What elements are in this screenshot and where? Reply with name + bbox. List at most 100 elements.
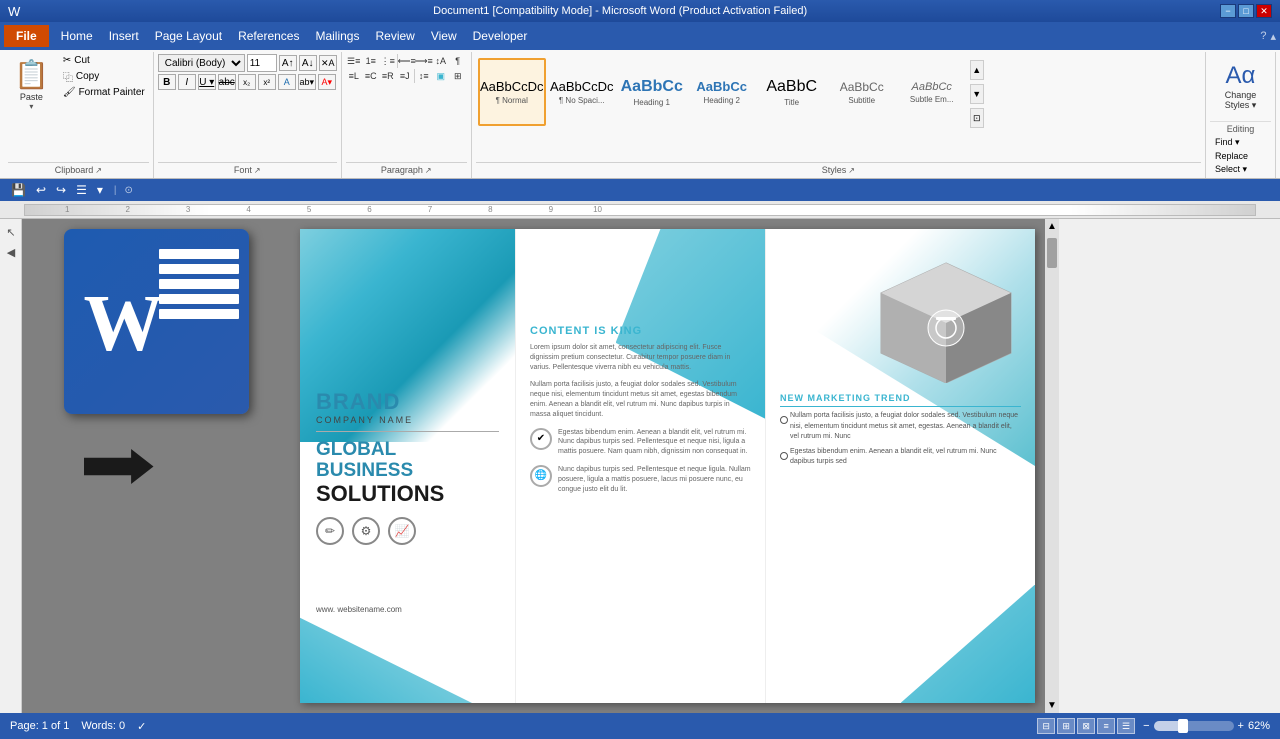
ruler-bar: 1 2 3 4 5 6 7 8 9 10 [24, 204, 1256, 216]
find-button[interactable]: Find ▾ [1212, 136, 1269, 149]
style-title[interactable]: AaBbC Title [758, 58, 826, 126]
font-size-decrease[interactable]: A↓ [299, 55, 317, 71]
menu-bar: File Home Insert Page Layout References … [0, 22, 1280, 50]
style-subtitle-preview: AaBbCc [840, 80, 884, 94]
numbering-button[interactable]: 1≡ [363, 54, 379, 68]
close-button[interactable]: ✕ [1256, 4, 1272, 18]
styles-container: AaBbCcDc ¶ Normal AaBbCcDc ¶ No Spaci...… [476, 54, 988, 134]
font-expand[interactable]: ↗ [254, 166, 261, 175]
styles-expand[interactable]: ↗ [848, 166, 855, 175]
line-spacing[interactable]: ↕≡ [416, 69, 432, 83]
touch-mode-button[interactable]: ☰ [73, 183, 90, 197]
full-screen-view[interactable]: ⊞ [1057, 718, 1075, 734]
styles-scroll-expand[interactable]: ⊡ [970, 108, 984, 128]
format-painter-button[interactable]: 🖌 Format Painter [59, 86, 149, 99]
bold-button[interactable]: B [158, 74, 176, 90]
brochure-left-panel: BRAND COMPANY NAME GLOBAL BUSINESS SOLUT… [300, 229, 515, 703]
zoom-in-button[interactable]: + [1238, 720, 1244, 732]
cut-button[interactable]: ✂ Cut [59, 54, 149, 67]
references-menu[interactable]: References [230, 25, 307, 47]
clear-formatting[interactable]: ✕A [319, 55, 337, 71]
marketing-item-2: Egestas bibendum enim. Aenean a blandit … [780, 447, 1021, 468]
strikethrough-button[interactable]: abc [218, 74, 236, 90]
undo-quick-button[interactable]: ↩ [33, 183, 49, 197]
shading[interactable]: ▣ [433, 69, 449, 83]
customize-quick-access[interactable]: ▾ [94, 183, 106, 197]
scroll-up-arrow[interactable]: ▲ [1045, 219, 1059, 234]
style-subtle-em[interactable]: AaBbCc Subtle Em... [898, 58, 966, 126]
text-highlight-button[interactable]: ab▾ [298, 74, 316, 90]
underline-button[interactable]: U ▾ [198, 74, 216, 90]
vert-tool-cursor[interactable]: ↖ [2, 223, 20, 241]
paragraph-expand[interactable]: ↗ [425, 166, 432, 175]
home-menu[interactable]: Home [53, 25, 101, 47]
start-icon[interactable]: ⊙ [124, 185, 132, 196]
ruler-ticks: 1 2 3 4 5 6 7 8 9 10 [25, 205, 1255, 215]
draft-view[interactable]: ☰ [1117, 718, 1135, 734]
insert-menu[interactable]: Insert [101, 25, 147, 47]
sort-button[interactable]: ↕A [433, 54, 449, 68]
font-color-button[interactable]: A▾ [318, 74, 336, 90]
brochure-icon-2[interactable]: ⚙ [352, 517, 380, 545]
styles-scroll-up[interactable]: ▲ [970, 60, 984, 80]
word-logo: W [64, 229, 249, 414]
developer-menu[interactable]: Developer [465, 25, 536, 47]
subscript-button[interactable]: x₂ [238, 74, 256, 90]
copy-button[interactable]: ⿻ Copy [59, 68, 149, 85]
align-right[interactable]: ≡R [380, 69, 396, 83]
help-icon[interactable]: ? [1260, 30, 1266, 42]
feature-row-2: 🌐 Nunc dapibus turpis sed. Pellentesque … [530, 465, 751, 494]
print-layout-view[interactable]: ⊟ [1037, 718, 1055, 734]
paste-button[interactable]: 📋 Paste ▾ [8, 54, 55, 115]
file-menu[interactable]: File [4, 25, 49, 47]
save-quick-button[interactable]: 💾 [8, 183, 29, 197]
zoom-slider[interactable] [1154, 721, 1234, 731]
vert-tool-prev[interactable]: ◀ [2, 243, 20, 261]
clipboard-expand[interactable]: ↗ [95, 166, 102, 175]
zoom-out-button[interactable]: − [1143, 720, 1149, 732]
zoom-percent[interactable]: 62% [1248, 720, 1270, 732]
styles-scroll-down[interactable]: ▼ [970, 84, 984, 104]
show-hide-button[interactable]: ¶ [450, 54, 466, 68]
scroll-thumb[interactable] [1047, 238, 1057, 268]
select-button[interactable]: Select ▾ [1212, 163, 1269, 176]
view-menu[interactable]: View [423, 25, 465, 47]
mailings-menu[interactable]: Mailings [307, 25, 367, 47]
align-center[interactable]: ≡C [363, 69, 379, 83]
replace-button[interactable]: Replace [1212, 150, 1269, 162]
text-effects-button[interactable]: A [278, 74, 296, 90]
font-name-select[interactable]: Calibri (Body) [158, 54, 245, 72]
increase-indent[interactable]: ⟶≡ [416, 54, 432, 68]
italic-button[interactable]: I [178, 74, 196, 90]
justify[interactable]: ≡J [397, 69, 413, 83]
multilevel-button[interactable]: ⋮≡ [380, 54, 396, 68]
minimize-button[interactable]: − [1220, 4, 1236, 18]
review-menu[interactable]: Review [367, 25, 422, 47]
ribbon-collapse-icon[interactable]: ▴ [1270, 30, 1276, 43]
style-heading2[interactable]: AaBbCc Heading 2 [688, 58, 756, 126]
redo-quick-button[interactable]: ↪ [53, 183, 69, 197]
font-size-increase[interactable]: A↑ [279, 55, 297, 71]
font-size-input[interactable] [247, 54, 277, 72]
style-no-spacing[interactable]: AaBbCcDc ¶ No Spaci... [548, 58, 616, 126]
global-text: GLOBAL BUSINESS SOLUTIONS [316, 440, 499, 507]
style-subtitle[interactable]: AaBbCc Subtitle [828, 58, 896, 126]
decrease-indent[interactable]: ⟵≡ [399, 54, 415, 68]
scroll-down-arrow[interactable]: ▼ [1045, 698, 1059, 713]
restore-button[interactable]: □ [1238, 4, 1254, 18]
outline-view[interactable]: ≡ [1097, 718, 1115, 734]
superscript-button[interactable]: x² [258, 74, 276, 90]
brochure-icon-3[interactable]: 📈 [388, 517, 416, 545]
style-normal[interactable]: AaBbCcDc ¶ Normal [478, 58, 546, 126]
right-scrollbar[interactable]: ▲ ▼ [1045, 219, 1059, 713]
brochure-icon-1[interactable]: ✏ [316, 517, 344, 545]
align-left[interactable]: ≡L [346, 69, 362, 83]
borders[interactable]: ⊞ [450, 69, 466, 83]
paste-dropdown-arrow[interactable]: ▾ [29, 102, 33, 111]
web-layout-view[interactable]: ⊠ [1077, 718, 1095, 734]
style-heading1[interactable]: AaBbCc Heading 1 [618, 58, 686, 126]
change-styles-button[interactable]: Aα ChangeStyles ▾ [1211, 58, 1271, 115]
zoom-handle[interactable] [1178, 719, 1188, 733]
page-layout-menu[interactable]: Page Layout [147, 25, 230, 47]
bullets-button[interactable]: ☰≡ [346, 54, 362, 68]
